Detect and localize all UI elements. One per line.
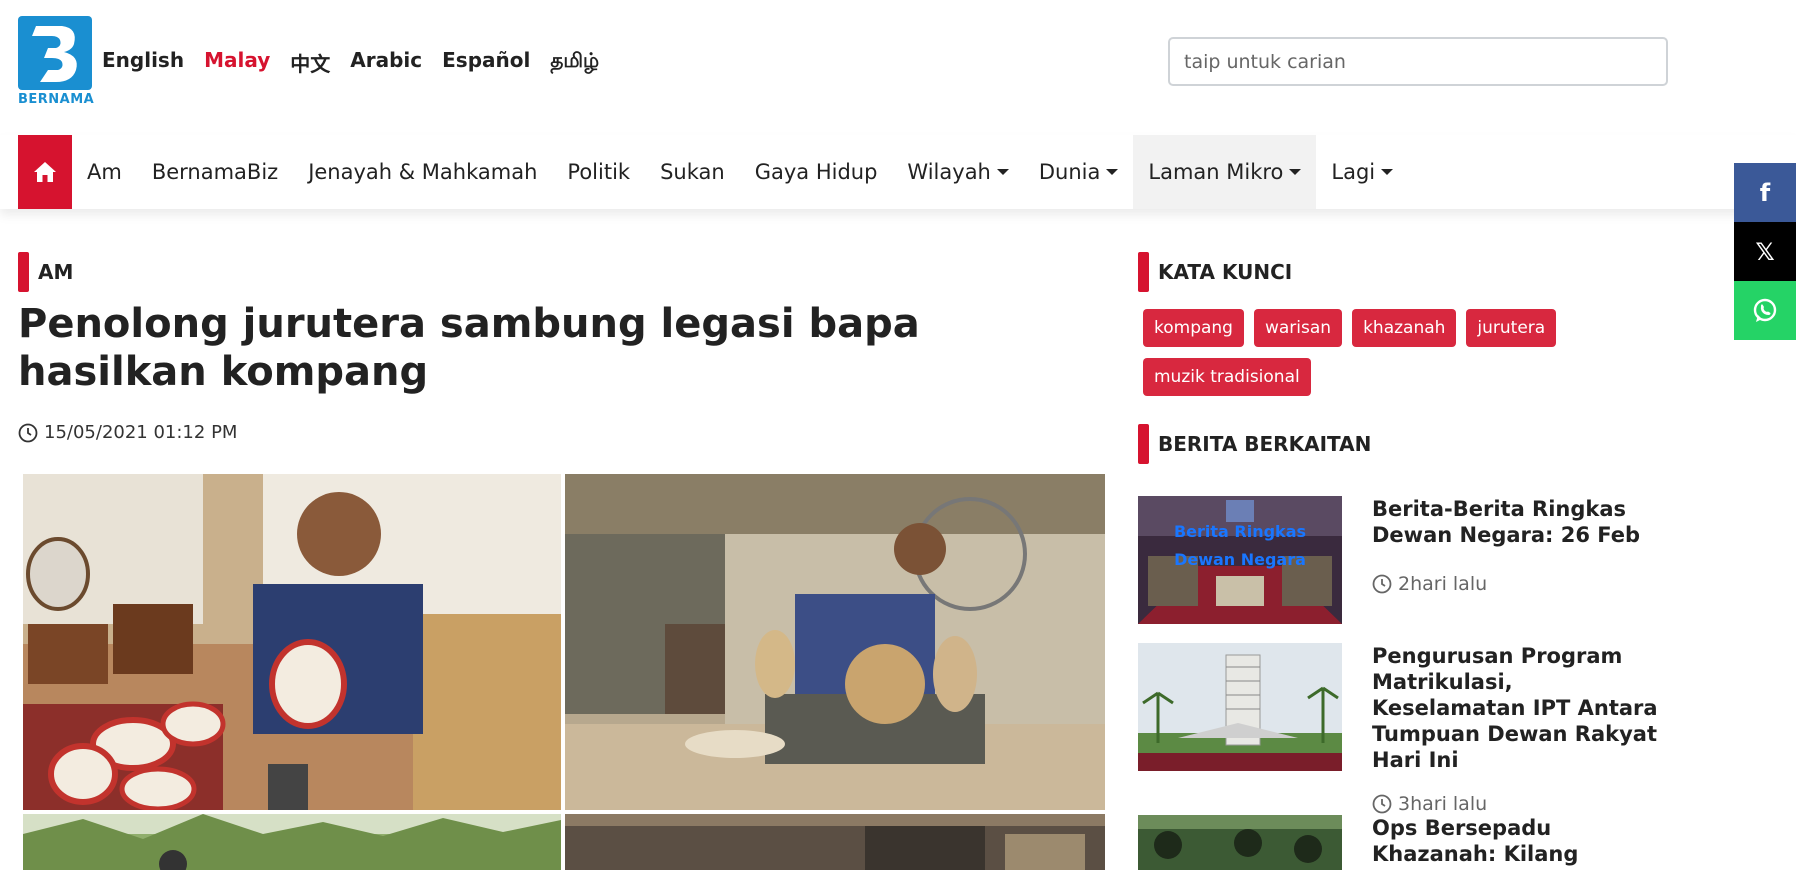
nav-item-laman-mikro[interactable]: Laman Mikro — [1133, 135, 1317, 209]
nav-item-bernamabiz[interactable]: BernamaBiz — [137, 135, 293, 209]
bernama-logo-text: BERNAMA — [18, 92, 95, 107]
related-news-thumbnail[interactable] — [1138, 815, 1342, 870]
lang-espanol[interactable]: Español — [442, 48, 530, 77]
tag-muzik-tradisional[interactable]: muzik tradisional — [1143, 358, 1311, 396]
related-title: BERITA BERKAITAN — [1158, 432, 1372, 456]
nav-item-label: BernamaBiz — [151, 160, 279, 184]
language-switcher: English Malay 中文 Arabic Español தமிழ் — [102, 48, 599, 77]
nav-item-label: Am — [87, 160, 122, 184]
nav-item-label: Wilayah — [907, 160, 991, 184]
whatsapp-share-button[interactable] — [1734, 281, 1796, 340]
thumbnail-caption-line: Berita Ringkas — [1173, 522, 1307, 541]
facebook-icon: f — [1759, 178, 1771, 207]
bernama-logo-mark — [18, 16, 92, 90]
related-news-title[interactable]: Pengurusan Program Matrikulasi, Keselama… — [1372, 643, 1658, 773]
nav-item-label: Dunia — [1038, 160, 1101, 184]
lang-malay[interactable]: Malay — [204, 48, 270, 77]
nav-item-label: Gaya Hidup — [754, 160, 878, 184]
lang-tamil[interactable]: தமிழ் — [550, 48, 599, 77]
tag-khazanah[interactable]: khazanah — [1352, 309, 1457, 347]
clock-icon — [1372, 794, 1392, 814]
lang-chinese[interactable]: 中文 — [290, 48, 330, 77]
x-icon: 𝕏 — [1755, 237, 1775, 266]
keyword-tags: kompang warisan khazanah jurutera muzik … — [1143, 309, 1593, 396]
tag-warisan[interactable]: warisan — [1253, 309, 1343, 347]
main-nav: Am BernamaBiz Jenayah & Mahkamah Politik… — [0, 135, 1796, 209]
nav-item-label: Politik — [567, 160, 631, 184]
nav-item-am[interactable]: Am — [72, 135, 137, 209]
lang-english[interactable]: English — [102, 48, 184, 77]
caret-down-icon — [996, 169, 1009, 175]
related-news-body: Berita-Berita Ringkas Dewan Negara: 26 F… — [1372, 496, 1658, 624]
nav-item-label: Sukan — [660, 160, 725, 184]
related-news-time: 2hari lalu — [1372, 573, 1658, 595]
article-photo-grid — [23, 474, 1105, 870]
keywords-heading: KATA KUNCI — [1138, 252, 1292, 292]
search-input[interactable] — [1168, 37, 1668, 86]
article-photo-interior[interactable] — [565, 814, 1105, 870]
article-photo-workshop[interactable] — [565, 474, 1105, 810]
x-share-button[interactable]: 𝕏 — [1734, 222, 1796, 281]
clock-icon — [1372, 574, 1392, 594]
article-category: AM — [18, 252, 73, 292]
related-news-thumbnail[interactable]: Berita Ringkas Dewan Negara — [1138, 496, 1342, 624]
tag-kompang[interactable]: kompang — [1143, 309, 1244, 347]
nav-item-sukan[interactable]: Sukan — [645, 135, 740, 209]
nav-items: Am BernamaBiz Jenayah & Mahkamah Politik… — [72, 135, 1408, 209]
whatsapp-icon — [1753, 298, 1777, 322]
related-news-title[interactable]: Ops Bersepadu Khazanah: Kilang Perabot T… — [1372, 815, 1658, 870]
related-news-body: Pengurusan Program Matrikulasi, Keselama… — [1372, 643, 1658, 815]
related-news-item[interactable]: Ops Bersepadu Khazanah: Kilang Perabot T… — [1138, 815, 1658, 870]
tag-jurutera[interactable]: jurutera — [1466, 309, 1557, 347]
related-news-time-text: 3hari lalu — [1398, 793, 1488, 815]
nav-item-dunia[interactable]: Dunia — [1024, 135, 1134, 209]
clock-icon — [18, 423, 38, 442]
related-news-time-text: 2hari lalu — [1398, 573, 1488, 595]
related-news-thumbnail[interactable] — [1138, 643, 1342, 771]
article-photo-outdoor[interactable] — [23, 814, 561, 870]
social-share-bar: f 𝕏 — [1734, 163, 1796, 340]
bernama-logo[interactable]: BERNAMA — [18, 16, 95, 107]
related-heading: BERITA BERKAITAN — [1138, 424, 1371, 464]
category-accent-bar — [18, 252, 29, 292]
nav-item-label: Laman Mikro — [1148, 160, 1284, 184]
nav-item-label: Jenayah & Mahkamah — [308, 160, 538, 184]
nav-item-politik[interactable]: Politik — [552, 135, 645, 209]
related-news-item[interactable]: Pengurusan Program Matrikulasi, Keselama… — [1138, 643, 1658, 815]
nav-item-jenayah-mahkamah[interactable]: Jenayah & Mahkamah — [293, 135, 552, 209]
related-news-title[interactable]: Berita-Berita Ringkas Dewan Negara: 26 F… — [1372, 496, 1658, 548]
article-photo-kompang-maker[interactable] — [23, 474, 561, 810]
related-news-time: 3hari lalu — [1372, 793, 1658, 815]
related-accent-bar — [1138, 424, 1149, 464]
caret-down-icon — [1381, 169, 1394, 175]
facebook-share-button[interactable]: f — [1734, 163, 1796, 222]
article-date: 15/05/2021 01:12 PM — [18, 422, 237, 443]
category-label[interactable]: AM — [38, 260, 73, 284]
home-icon — [34, 162, 56, 182]
nav-item-wilayah[interactable]: Wilayah — [892, 135, 1023, 209]
caret-down-icon — [1289, 169, 1302, 175]
lang-arabic[interactable]: Arabic — [350, 48, 422, 77]
thumbnail-caption: Berita Ringkas Dewan Negara — [1138, 518, 1342, 574]
caret-down-icon — [1106, 169, 1119, 175]
keywords-accent-bar — [1138, 252, 1149, 292]
related-news-item[interactable]: Berita Ringkas Dewan Negara Berita-Berit… — [1138, 496, 1658, 624]
keywords-title: KATA KUNCI — [1158, 260, 1293, 284]
related-news-body: Ops Bersepadu Khazanah: Kilang Perabot T… — [1372, 815, 1658, 870]
nav-item-lagi[interactable]: Lagi — [1316, 135, 1408, 209]
article-title: Penolong jurutera sambung legasi bapa ha… — [18, 301, 920, 395]
thumbnail-caption-line: Dewan Negara — [1174, 550, 1306, 569]
top-header: BERNAMA English Malay 中文 Arabic Español … — [0, 0, 1796, 132]
article-date-text: 15/05/2021 01:12 PM — [44, 422, 238, 443]
nav-item-gaya-hidup[interactable]: Gaya Hidup — [740, 135, 893, 209]
nav-home-button[interactable] — [18, 135, 72, 209]
nav-item-label: Lagi — [1331, 160, 1376, 184]
